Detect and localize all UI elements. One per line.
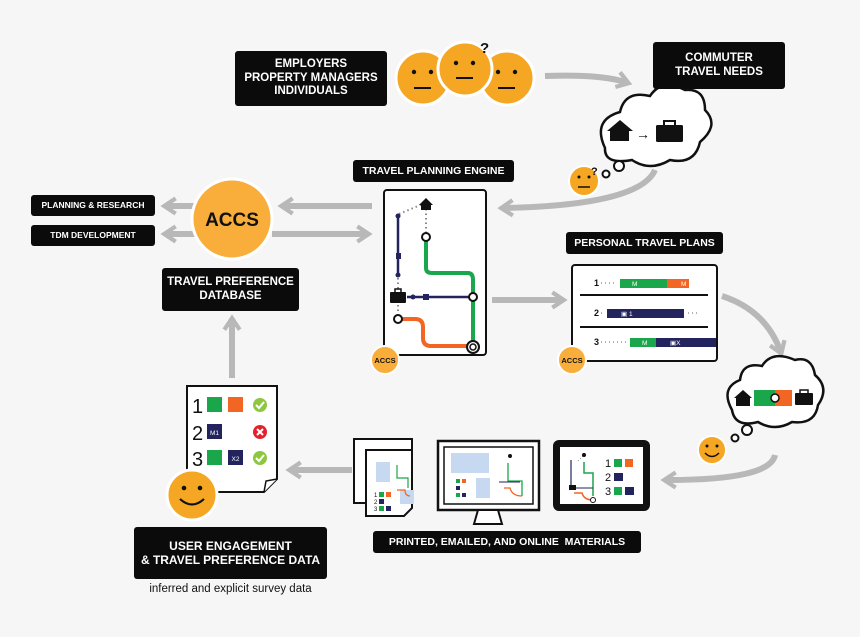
svg-text:?: ? — [480, 40, 489, 57]
travel-preference-database-label: TRAVEL PREFERENCE DATABASE — [162, 268, 299, 311]
plan-segment-navy — [607, 309, 684, 318]
label-line: TRAVEL PREFERENCE — [167, 275, 294, 288]
confused-commuter-face-icon: ? — [568, 165, 600, 197]
check-icon — [253, 451, 267, 465]
user-engagement-label: USER ENGAGEMENT & TRAVEL PREFERENCE DATA — [134, 527, 327, 579]
survey-row-number: 2 — [192, 423, 203, 445]
travel-planning-engine-label: TRAVEL PLANNING ENGINE — [353, 160, 514, 182]
plan-number: 2 — [594, 308, 599, 318]
label-line: PROPERTY MANAGERS — [244, 71, 378, 84]
check-icon — [253, 398, 267, 412]
materials-label: PRINTED, EMAILED, AND ONLINE MATERIALS — [373, 531, 641, 553]
survey-chip-label: X2 — [232, 456, 240, 463]
arrow-stakeholders-to-needs — [544, 71, 633, 90]
commuter-travel-needs-label: COMMUTER TRAVEL NEEDS — [653, 42, 785, 89]
label-line: TRAVEL NEEDS — [675, 65, 763, 78]
confused-face-icon: ? — [436, 40, 494, 98]
plan-segment-label: M — [642, 340, 647, 347]
survey-row-number: 1 — [192, 396, 203, 418]
personal-travel-plans-panel: ACCS 1 M M 2 ▣ 1 3 M ▣X — [557, 264, 718, 375]
happy-commuter-face-icon — [697, 435, 727, 465]
plan-number: 3 — [594, 337, 599, 347]
plan-segment-label: ▣ 1 — [621, 311, 633, 318]
accs-badge: ACCS — [374, 356, 395, 365]
stakeholder-faces: ? — [394, 40, 536, 107]
svg-text:2: 2 — [605, 472, 611, 484]
svg-text:?: ? — [591, 166, 598, 178]
plan-number: 1 — [594, 278, 599, 288]
arrow-plans-to-cloud — [721, 293, 787, 358]
commuter-thought-cloud: → — [599, 83, 713, 179]
svg-text:3: 3 — [605, 486, 611, 498]
label-line: EMPLOYERS — [274, 57, 348, 70]
tablet-icon: 1 2 3 — [553, 440, 650, 511]
accs-label: ACCS — [205, 210, 259, 231]
survey-chip-label: M1 — [210, 430, 219, 437]
stakeholders-label: EMPLOYERS PROPERTY MANAGERS INDIVIDUALS — [235, 51, 387, 106]
label-line: COMMUTER — [685, 51, 753, 64]
label-line: & TRAVEL PREFERENCE DATA — [140, 553, 321, 567]
survey-chip-orange — [228, 397, 243, 412]
label-line: USER ENGAGEMENT — [169, 538, 292, 553]
tdm-development-label: TDM DEVELOPMENT — [31, 225, 155, 246]
label-line: TRAVEL PLANNING ENGINE — [362, 164, 505, 177]
plan-segment-navy — [656, 338, 716, 347]
plan-segment-green — [620, 279, 667, 288]
label-line: INDIVIDUALS — [274, 85, 348, 98]
plan-segment-label: ▣X — [670, 340, 681, 347]
label-line: DATABASE — [199, 289, 262, 302]
accs-badge: ACCS — [561, 356, 582, 365]
label-line: PLANNING & RESEARCH — [41, 200, 145, 211]
personal-travel-plans-label: PERSONAL TRAVEL PLANS — [566, 232, 723, 254]
printed-material-icon: 1 2 3 — [353, 438, 414, 517]
plan-segment-label: M — [681, 281, 686, 288]
desktop-monitor-icon — [436, 439, 541, 525]
survey-row-number: 3 — [192, 449, 203, 471]
survey-chip-green — [207, 450, 222, 465]
plan-segment-label: M — [632, 281, 637, 288]
happy-thought-cloud — [726, 354, 825, 443]
happy-user-face-icon — [165, 468, 219, 522]
label-line: PRINTED, EMAILED, AND ONLINE MATERIALS — [388, 535, 626, 548]
survey-data-note: inferred and explicit survey data — [149, 583, 312, 595]
svg-text:1: 1 — [605, 458, 611, 470]
label-line: PERSONAL TRAVEL PLANS — [574, 236, 715, 249]
planning-research-label: PLANNING & RESEARCH — [31, 195, 155, 216]
survey-chip-green — [207, 397, 222, 412]
arrow-right-icon: → — [636, 126, 650, 142]
label-line: TDM DEVELOPMENT — [50, 230, 136, 241]
travel-planning-engine-panel: ACCS — [370, 189, 487, 375]
accs-hub: ACCS — [190, 177, 274, 261]
